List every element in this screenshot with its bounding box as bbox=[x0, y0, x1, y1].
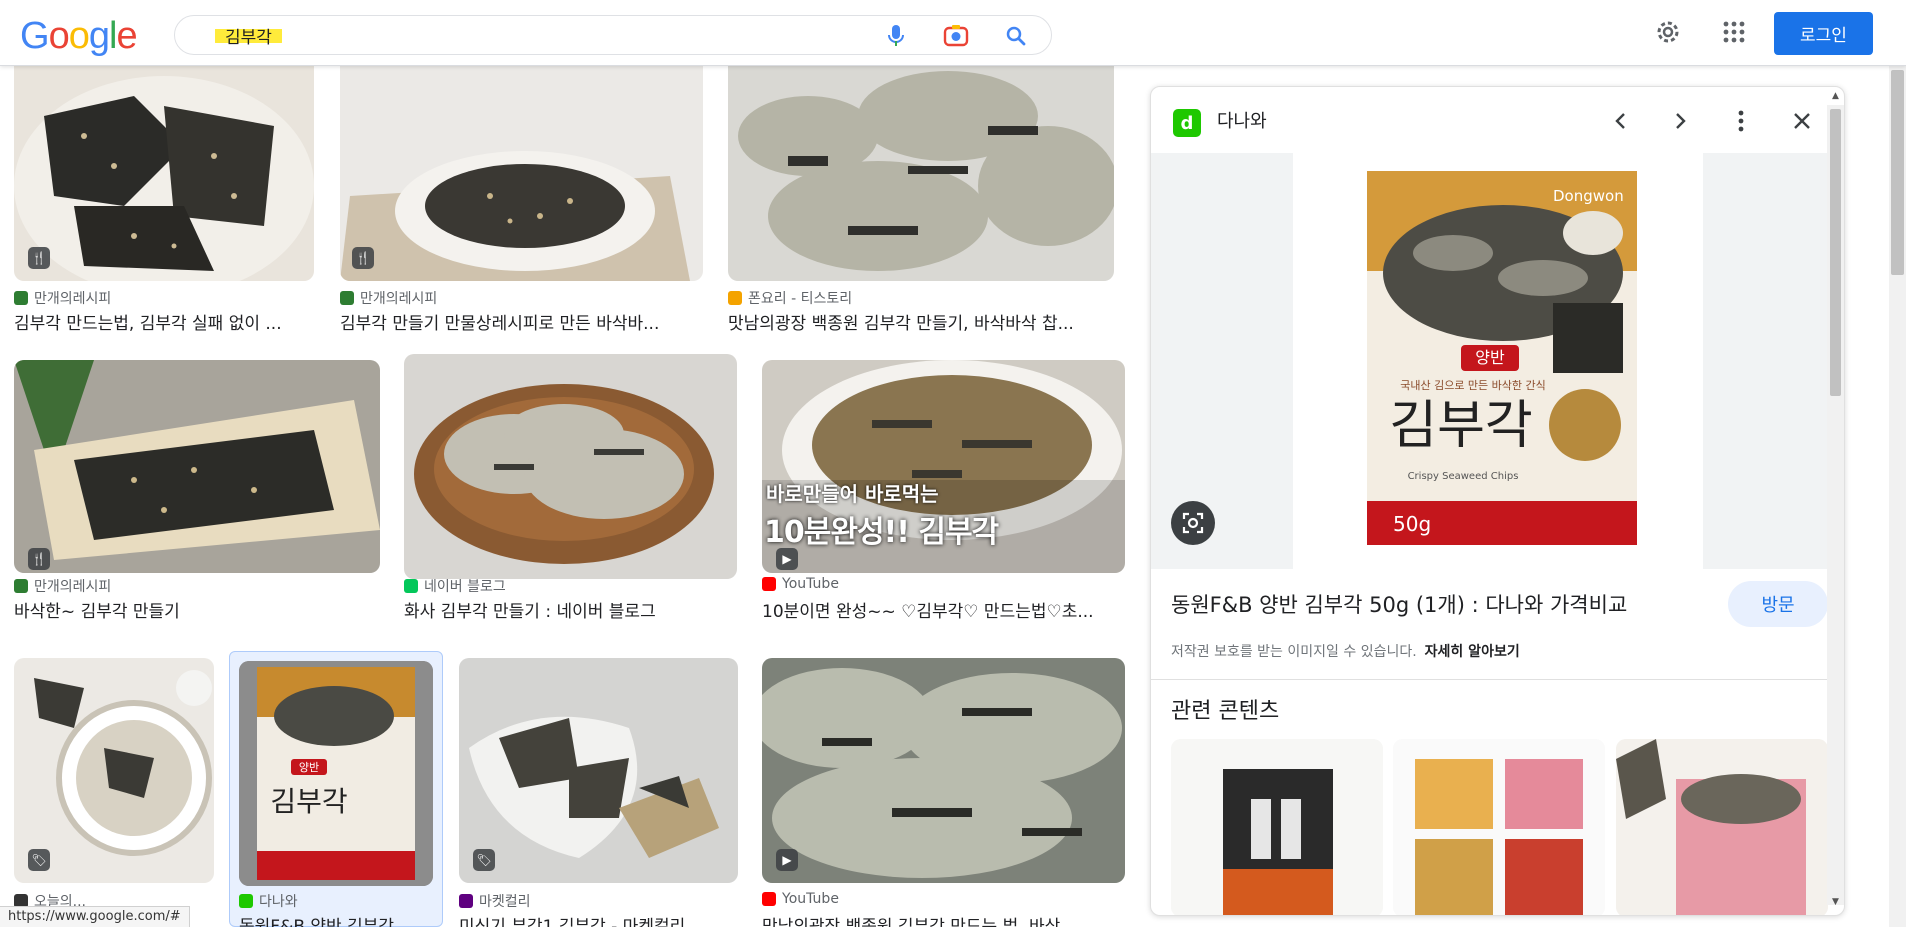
more-options-icon[interactable] bbox=[1724, 104, 1758, 138]
danawa-favicon-icon: d bbox=[1173, 109, 1201, 137]
settings-gear-icon[interactable] bbox=[1655, 19, 1681, 45]
image-results-grid: 🍴 만개의레시피 김부각 만드는법, 김부각 실패 없이 ... 🍴 만개의레시… bbox=[0, 66, 1140, 927]
site-favicon-icon bbox=[14, 579, 28, 593]
result-source[interactable]: 만개의레시피 bbox=[340, 288, 437, 308]
video-overlay-line1: 바로만들어 바로먹는 bbox=[766, 482, 939, 506]
window-scrollbar-thumb[interactable] bbox=[1891, 70, 1904, 275]
product-tag-icon: 🏷 bbox=[473, 849, 495, 871]
result-thumbnail[interactable] bbox=[14, 66, 314, 281]
site-favicon-icon bbox=[404, 579, 418, 593]
related-thumbnail[interactable] bbox=[1171, 739, 1383, 915]
result-title[interactable]: 미신기 부각1 김부각 - 마켓컬리 bbox=[459, 912, 738, 927]
related-thumbnail[interactable] bbox=[1616, 739, 1828, 915]
related-content-heading: 관련 콘텐츠 bbox=[1171, 699, 1280, 724]
result-source[interactable]: 만개의레시피 bbox=[14, 288, 111, 308]
result-thumbnail[interactable] bbox=[14, 360, 380, 573]
result-source[interactable]: 네이버 블로그 bbox=[404, 576, 506, 596]
header: Google 김부각 로그인 bbox=[0, 0, 1906, 66]
product-subtitle: Crispy Seaweed Chips bbox=[1408, 471, 1519, 482]
visit-button[interactable]: 방문 bbox=[1728, 581, 1828, 627]
search-icon[interactable] bbox=[1003, 23, 1029, 49]
product-name: 김부각 bbox=[1389, 396, 1533, 456]
google-logo[interactable]: Google bbox=[20, 14, 138, 58]
preview-product-image[interactable]: Dongwon 양반 국내산 김으로 만든 바삭한 간식 김부각 Crispy … bbox=[1293, 153, 1703, 569]
svg-text:김부각: 김부각 bbox=[270, 785, 347, 818]
scroll-up-arrow-icon[interactable]: ▲ bbox=[1829, 91, 1842, 104]
result-thumbnail[interactable] bbox=[459, 658, 738, 883]
camera-lens-icon[interactable] bbox=[943, 23, 969, 49]
image-preview-panel: d 다나와 Dongwon 양반 국내산 김으로 만든 바삭한 간식 김부각 C… bbox=[1150, 86, 1845, 916]
recipe-badge-icon: 🍴 bbox=[352, 247, 374, 269]
product-tag-icon: 🏷 bbox=[28, 849, 50, 871]
apps-grid-icon[interactable] bbox=[1721, 19, 1747, 45]
youtube-favicon-icon bbox=[762, 577, 776, 591]
result-title[interactable]: 바삭한~ 김부각 만들기 bbox=[14, 597, 380, 622]
video-overlay-line2: 10분완성!! 김부각 bbox=[764, 515, 999, 550]
product-tagline: 국내산 김으로 만든 바삭한 간식 bbox=[1400, 379, 1546, 392]
previous-arrow-icon[interactable] bbox=[1603, 104, 1637, 138]
panel-title[interactable]: 동원F&B 양반 김부각 50g (1개) : 다나와 가격비교 bbox=[1171, 589, 1627, 619]
recipe-badge-icon: 🍴 bbox=[28, 247, 50, 269]
close-icon[interactable] bbox=[1785, 104, 1819, 138]
product-weight: 50g bbox=[1393, 512, 1431, 536]
play-video-icon: ▶ bbox=[776, 548, 798, 570]
result-title[interactable]: 화사 김부각 만들기 : 네이버 블로그 bbox=[404, 597, 737, 622]
panel-site-name[interactable]: 다나와 bbox=[1217, 107, 1267, 133]
result-source[interactable]: 폰요리 - 티스토리 bbox=[728, 288, 852, 308]
preview-image-area: Dongwon 양반 국내산 김으로 만든 바삭한 간식 김부각 Crispy … bbox=[1151, 153, 1844, 569]
search-query[interactable]: 김부각 bbox=[215, 23, 282, 48]
recipe-badge-icon: 🍴 bbox=[28, 548, 50, 570]
product-brand: Dongwon bbox=[1553, 187, 1624, 205]
result-thumbnail[interactable]: 양반김부각 bbox=[239, 661, 433, 886]
scroll-down-arrow-icon[interactable]: ▼ bbox=[1829, 897, 1842, 910]
result-title[interactable]: 맛남의광장 백종원 김부각 만드는 법, 바삭... bbox=[762, 912, 1125, 927]
site-favicon-icon bbox=[340, 291, 354, 305]
result-title[interactable]: 김부각 만드는법, 김부각 실패 없이 ... bbox=[14, 309, 314, 334]
login-button[interactable]: 로그인 bbox=[1774, 12, 1873, 55]
google-lens-button[interactable] bbox=[1171, 501, 1215, 545]
result-title[interactable]: 김부각 만들기 만물상레시피로 만든 바삭바... bbox=[340, 309, 700, 334]
result-source[interactable]: 다나와 bbox=[239, 891, 298, 911]
result-source[interactable]: YouTube bbox=[762, 891, 839, 907]
result-source[interactable]: YouTube bbox=[762, 576, 839, 592]
copyright-notice: 저작권 보호를 받는 이미지일 수 있습니다. 자세히 알아보기 bbox=[1171, 644, 1520, 660]
panel-header: d 다나와 bbox=[1151, 87, 1844, 153]
result-thumbnail[interactable] bbox=[728, 66, 1114, 281]
svg-text:양반: 양반 bbox=[299, 761, 319, 774]
result-thumbnail[interactable] bbox=[404, 354, 737, 579]
site-favicon-icon bbox=[459, 894, 473, 908]
result-source[interactable]: 마켓컬리 bbox=[459, 891, 531, 911]
result-title[interactable]: 동원F&B 양반 김부각 ... bbox=[239, 912, 435, 927]
site-favicon-icon bbox=[239, 894, 253, 908]
result-thumbnail[interactable]: 바로만들어 바로먹는 10분완성!! 김부각 bbox=[762, 360, 1125, 573]
site-favicon-icon bbox=[14, 291, 28, 305]
related-thumbnail[interactable] bbox=[1393, 739, 1605, 915]
next-arrow-icon[interactable] bbox=[1664, 104, 1698, 138]
result-thumbnail[interactable] bbox=[762, 658, 1125, 883]
result-title[interactable]: 맛남의광장 백종원 김부각 만들기, 바삭바삭 찹... bbox=[728, 309, 1114, 334]
status-bar-url: https://www.google.com/# bbox=[0, 906, 190, 927]
result-title[interactable]: 10분이면 완성~~ ♡김부각♡ 만드는법♡초... bbox=[762, 597, 1125, 622]
product-badge: 양반 bbox=[1475, 348, 1505, 367]
result-thumbnail[interactable] bbox=[340, 66, 703, 281]
site-favicon-icon bbox=[728, 291, 742, 305]
divider bbox=[1151, 679, 1844, 680]
search-input[interactable]: 김부각 bbox=[174, 15, 1052, 55]
panel-scrollbar-thumb[interactable] bbox=[1830, 109, 1841, 396]
learn-more-link[interactable]: 자세히 알아보기 bbox=[1425, 644, 1520, 660]
youtube-favicon-icon bbox=[762, 892, 776, 906]
play-video-icon: ▶ bbox=[776, 849, 798, 871]
result-source[interactable]: 만개의레시피 bbox=[14, 576, 111, 596]
microphone-icon[interactable] bbox=[883, 23, 909, 49]
